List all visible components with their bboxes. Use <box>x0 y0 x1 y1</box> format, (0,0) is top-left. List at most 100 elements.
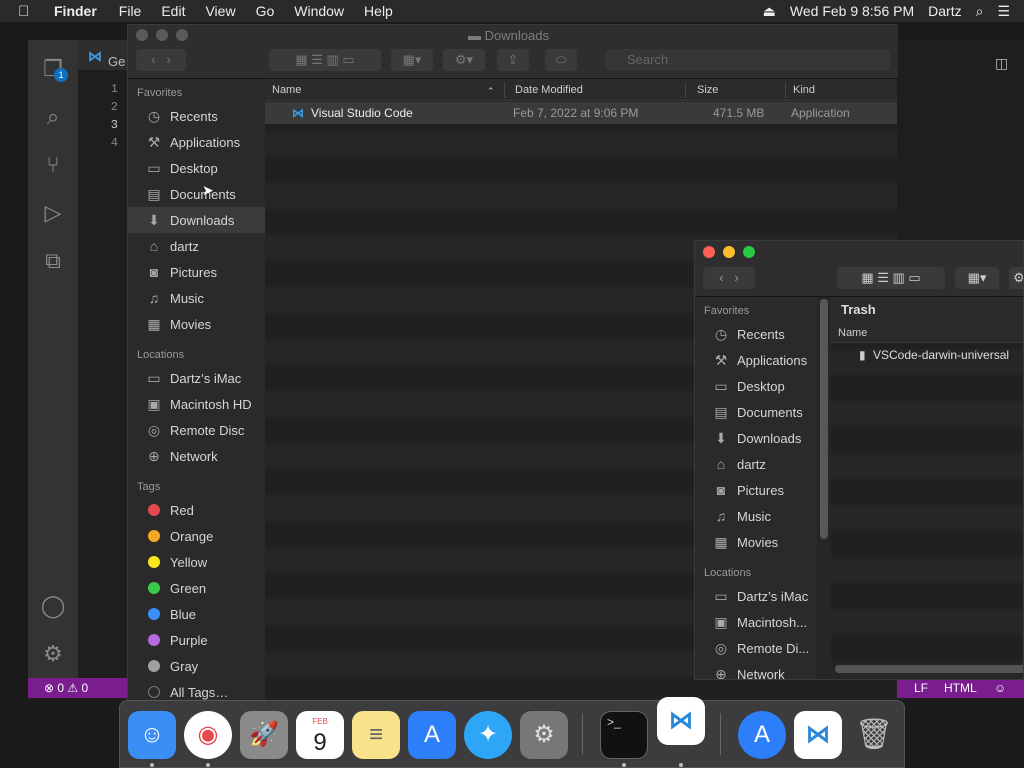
menu-window[interactable]: Window <box>294 3 344 19</box>
editor-tab[interactable]: ⋈ Ge <box>78 40 128 70</box>
sidebar-tag-yellow[interactable]: Yellow <box>128 549 265 575</box>
sidebar-tag-blue[interactable]: Blue <box>128 601 265 627</box>
eject-icon[interactable]: ⏏ <box>763 3 776 20</box>
sidebar-item-applications[interactable]: ⚒ Applications <box>695 347 817 373</box>
close-button[interactable] <box>703 246 715 258</box>
finder-icon[interactable]: ☺ <box>128 711 176 759</box>
spotlight-search-icon[interactable]: ⌕ <box>976 3 984 20</box>
source-control-icon[interactable]: ⑂ <box>40 152 66 178</box>
action-gear-icon[interactable]: ⚙ <box>1009 267 1023 289</box>
sidebar-tag-gray[interactable]: Gray <box>128 653 265 679</box>
control-center-icon[interactable]: ☰ <box>997 3 1010 20</box>
column-kind-header[interactable]: Kind <box>793 84 815 96</box>
tag-icon[interactable]: ⬭ <box>545 49 577 71</box>
minimize-button[interactable] <box>156 29 168 41</box>
app-store-installer-icon[interactable]: A <box>738 711 786 759</box>
column-size-header[interactable]: Size <box>697 84 718 96</box>
settings-gear-icon[interactable]: ⚙ <box>40 641 66 667</box>
system-preferences-icon[interactable]: ⚙ <box>520 711 568 759</box>
menu-help[interactable]: Help <box>364 3 393 19</box>
launchpad-icon[interactable]: 🚀 <box>240 711 288 759</box>
view-mode-buttons[interactable]: ▦ ☰ ▥ ▭ <box>269 49 381 71</box>
sidebar-item-desktop[interactable]: ▭ Desktop <box>128 155 265 181</box>
group-by-button[interactable]: ▦▾ <box>955 267 999 289</box>
close-button[interactable] <box>136 29 148 41</box>
group-by-button[interactable]: ▦▾ <box>391 49 433 71</box>
action-gear-icon[interactable]: ⚙▾ <box>443 49 485 71</box>
menu-app-finder[interactable]: Finder <box>54 3 97 19</box>
sidebar-item-music[interactable]: ♫ Music <box>695 503 817 529</box>
minimize-button[interactable] <box>723 246 735 258</box>
column-name-header[interactable]: Name <box>831 323 1023 343</box>
sidebar-item-recents[interactable]: ◷ Recents <box>128 103 265 129</box>
table-row[interactable]: ⋈ Visual Studio Code Feb 7, 2022 at 9:06… <box>265 102 897 124</box>
vscode-icon-2[interactable]: ⋈ <box>794 711 842 759</box>
sidebar-item-recents[interactable]: ◷ Recents <box>695 321 817 347</box>
sidebar-item-documents[interactable]: ▤ Documents <box>695 399 817 425</box>
menu-edit[interactable]: Edit <box>161 3 185 19</box>
split-editor-icon[interactable]: ◫ <box>995 55 1008 72</box>
column-name-header[interactable]: Name <box>272 84 301 96</box>
horizontal-scrollbar[interactable] <box>835 665 1023 673</box>
user-name[interactable]: Dartz <box>928 3 961 19</box>
problems-indicator[interactable]: ⊗ 0 ⚠ 0 <box>44 681 88 695</box>
calendar-icon[interactable]: FEB 9 <box>296 711 344 759</box>
terminal-icon[interactable]: >_ <box>600 711 648 759</box>
menu-go[interactable]: Go <box>256 3 275 19</box>
sidebar-item-network[interactable]: ⊕ Network <box>695 661 817 680</box>
language-mode[interactable]: HTML <box>944 681 977 695</box>
sidebar-scrollbar[interactable] <box>817 297 831 679</box>
safari-icon[interactable]: ✦ <box>464 711 512 759</box>
share-icon[interactable]: ⇪ <box>497 49 529 71</box>
sidebar-item-downloads[interactable]: ⬇ Downloads <box>695 425 817 451</box>
sidebar-item-imac[interactable]: ▭ Dartz’s iMac <box>128 365 265 391</box>
sidebar-item-movies[interactable]: ▦ Movies <box>128 311 265 337</box>
sidebar-item-remote-disc[interactable]: ◎ Remote Di... <box>695 635 817 661</box>
zoom-button[interactable] <box>743 246 755 258</box>
vscode-icon[interactable]: ⋈ <box>657 697 705 745</box>
sidebar-item-pictures[interactable]: ◙ Pictures <box>128 259 265 285</box>
menu-view[interactable]: View <box>205 3 235 19</box>
sidebar-item-home[interactable]: ⌂ dartz <box>695 451 817 477</box>
table-row[interactable]: ▮ VSCode-darwin-universal <box>831 344 1023 366</box>
sidebar-tag-orange[interactable]: Orange <box>128 523 265 549</box>
menu-file[interactable]: File <box>119 3 142 19</box>
sidebar-item-downloads[interactable]: ⬇ Downloads <box>128 207 265 233</box>
column-date-header[interactable]: Date Modified <box>515 84 583 96</box>
sidebar-item-network[interactable]: ⊕ Network <box>128 443 265 469</box>
notes-icon[interactable]: ≡ <box>352 711 400 759</box>
search-icon[interactable]: ⌕ <box>40 104 66 130</box>
sidebar-item-pictures[interactable]: ◙ Pictures <box>695 477 817 503</box>
zoom-button[interactable] <box>176 29 188 41</box>
view-mode-buttons[interactable]: ▦ ☰ ▥ ▭ <box>837 267 945 289</box>
chrome-icon[interactable]: ◉ <box>184 711 232 759</box>
account-icon[interactable]: ◯ <box>40 593 66 619</box>
sidebar-tag-purple[interactable]: Purple <box>128 627 265 653</box>
back-forward-buttons[interactable]: ‹ › <box>703 267 755 289</box>
run-debug-icon[interactable]: ▷ <box>40 200 66 226</box>
sidebar-item-home[interactable]: ⌂ dartz <box>128 233 265 259</box>
app-store-icon[interactable]: A <box>408 711 456 759</box>
sidebar-item-imac[interactable]: ▭ Dartz’s iMac <box>695 583 817 609</box>
extensions-icon[interactable]: ⧉ <box>40 248 66 274</box>
trash-icon[interactable]: 🗑 <box>850 711 898 759</box>
feedback-icon[interactable]: ☺ <box>994 681 1006 695</box>
scrollbar-thumb[interactable] <box>820 299 828 539</box>
sidebar-item-applications[interactable]: ⚒ Applications <box>128 129 265 155</box>
clock[interactable]: Wed Feb 9 8:56 PM <box>790 3 914 19</box>
sidebar-item-movies[interactable]: ▦ Movies <box>695 529 817 555</box>
sidebar-item-documents[interactable]: ▤ Documents <box>128 181 265 207</box>
sidebar-item-macintosh-hd[interactable]: ▣ Macintosh... <box>695 609 817 635</box>
clock-icon: ◷ <box>714 325 728 342</box>
apple-menu-icon[interactable]:  <box>18 3 40 20</box>
back-forward-buttons[interactable]: ‹ › <box>136 49 186 71</box>
sidebar-item-desktop[interactable]: ▭ Desktop <box>695 373 817 399</box>
sidebar-tag-green[interactable]: Green <box>128 575 265 601</box>
sidebar-item-music[interactable]: ♫ Music <box>128 285 265 311</box>
sidebar-item-remote-disc[interactable]: ◎ Remote Disc <box>128 417 265 443</box>
eol-indicator[interactable]: LF <box>914 681 928 695</box>
search-input[interactable]: Search <box>605 49 890 71</box>
sidebar-tag-red[interactable]: Red <box>128 497 265 523</box>
sidebar-item-label: Dartz’s iMac <box>737 588 809 604</box>
sidebar-item-macintosh-hd[interactable]: ▣ Macintosh HD <box>128 391 265 417</box>
